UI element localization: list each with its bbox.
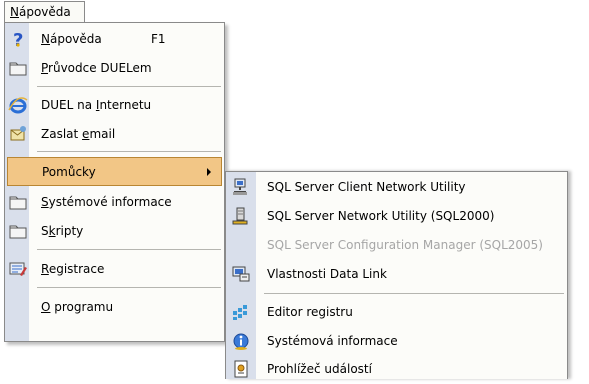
menu-item-napoveda[interactable]: ? Nápověda F1 (5, 25, 224, 54)
help-question-icon: ? (13, 30, 23, 49)
menu-separator (37, 249, 221, 250)
data-link-icon (232, 266, 250, 282)
accelerator: N (41, 32, 50, 46)
submenu-item-systemova-informace[interactable]: Systémová informace (226, 327, 567, 356)
menubar-accelerator: N (10, 5, 19, 19)
submenu-item-client-network-utility[interactable]: SQL Server Client Network Utility (226, 173, 567, 202)
menu-separator (37, 287, 221, 288)
menu-item-pruvodce[interactable]: Průvodce DUELem (5, 54, 224, 83)
submenu-item-prohlizec-udalosti[interactable]: Prohlížeč událostí (226, 355, 567, 384)
menubar-item-napoveda[interactable]: Nápověda (4, 1, 85, 23)
accelerator: P (41, 61, 49, 75)
accelerator: R (41, 262, 49, 276)
menu-item-zaslat-email[interactable]: Zaslat email (5, 120, 224, 149)
pomucky-submenu: SQL Server Client Network Utility SQL Se… (225, 171, 568, 379)
menu-separator (264, 293, 564, 294)
registration-icon (9, 262, 27, 276)
accelerator: k (48, 224, 56, 238)
submenu-arrow-icon (207, 168, 211, 176)
network-computer-icon (232, 207, 248, 225)
accelerator: S (41, 195, 49, 209)
help-menu: ? Nápověda F1 Průvodce DUELem DUEL na In… (4, 22, 225, 342)
menu-separator (37, 86, 221, 87)
menu-item-registrace[interactable]: Registrace (5, 255, 224, 284)
folder-icon (9, 196, 27, 210)
registry-editor-icon (233, 305, 247, 320)
submenu-item-network-utility-sql2000[interactable]: SQL Server Network Utility (SQL2000) (226, 202, 567, 231)
internet-explorer-icon (8, 97, 28, 114)
menu-item-pomucky[interactable]: Pomůcky (7, 157, 222, 186)
menu-item-systemove-informace[interactable]: Systémové informace (5, 188, 224, 217)
system-info-icon (233, 333, 249, 350)
event-viewer-icon (234, 360, 248, 378)
menu-item-duel-na-internetu[interactable]: DUEL na Internetu (5, 91, 224, 120)
email-icon (10, 126, 26, 141)
folder-icon (9, 62, 27, 76)
menu-item-skripty[interactable]: Skripty (5, 217, 224, 246)
network-computer-icon (233, 178, 247, 195)
submenu-item-configuration-manager-sql2005: SQL Server Configuration Manager (SQL200… (267, 238, 543, 252)
menu-item-o-programu[interactable]: O programu (5, 293, 224, 322)
folder-icon (9, 225, 27, 239)
submenu-item-vlastnosti-data-link[interactable]: Vlastnosti Data Link (226, 260, 567, 289)
shortcut-key: F1 (151, 32, 166, 46)
menu-separator (37, 151, 221, 152)
submenu-item-editor-registru[interactable]: Editor registru (226, 298, 567, 327)
menubar-label: ápověda (18, 5, 71, 19)
